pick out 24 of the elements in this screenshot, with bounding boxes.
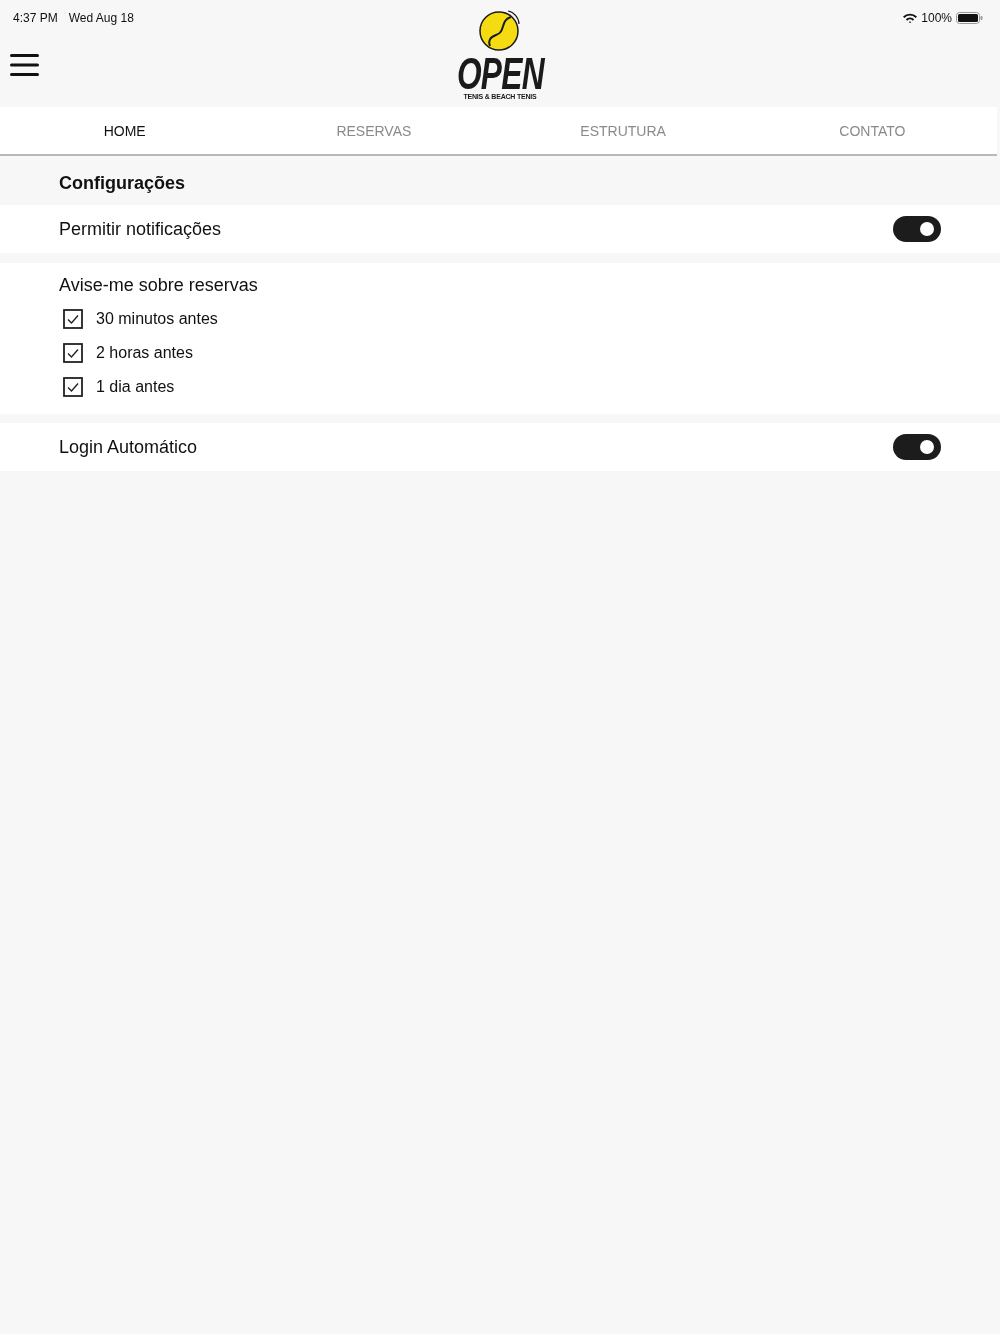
toggle-switch[interactable] xyxy=(893,216,941,242)
checkbox[interactable] xyxy=(63,377,83,397)
checkbox[interactable] xyxy=(63,309,83,329)
logo-title: OPEN xyxy=(456,55,544,93)
setting-label: Permitir notificações xyxy=(59,218,222,240)
menu-icon[interactable] xyxy=(10,54,39,76)
setting-label: Avise-me sobre reservas xyxy=(59,274,258,297)
battery-percent: 100% xyxy=(921,10,952,25)
battery-icon xyxy=(956,11,983,24)
option-label: 2 horas antes xyxy=(96,344,193,362)
status-time: 4:37 PM xyxy=(13,10,58,25)
setting-label: Login Automático xyxy=(59,436,198,458)
nav-tab[interactable]: HOME xyxy=(0,107,250,154)
status-date: Wed Aug 18 xyxy=(68,10,134,25)
tennis-ball-icon xyxy=(478,8,522,52)
checkbox[interactable] xyxy=(63,343,83,363)
wifi-icon xyxy=(903,12,918,23)
nav-tab[interactable]: CONTATO xyxy=(747,107,997,154)
option-label: 1 dia antes xyxy=(96,378,175,396)
toggle-switch[interactable] xyxy=(893,434,941,460)
nav-tab[interactable]: RESERVAS xyxy=(249,107,499,154)
nav-tab[interactable]: ESTRUTURA xyxy=(498,107,748,154)
option-label: 30 minutos antes xyxy=(96,310,218,328)
section-title: Configurações xyxy=(58,172,187,195)
